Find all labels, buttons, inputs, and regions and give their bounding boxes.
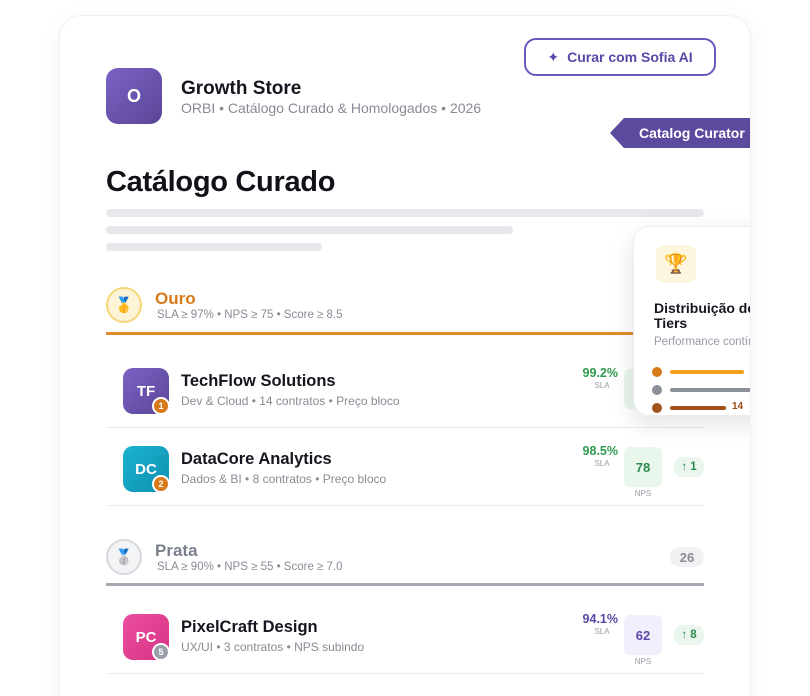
skeleton-line bbox=[106, 209, 704, 217]
store-name: Growth Store bbox=[181, 78, 302, 99]
vendor-row[interactable]: PC 5 PixelCraft Design UX/UI • 3 contrat… bbox=[106, 598, 704, 674]
skeleton-line bbox=[106, 243, 322, 251]
distribution-row bbox=[652, 367, 750, 377]
vendor-name: PixelCraft Design bbox=[181, 618, 318, 636]
nps-box: 62 bbox=[624, 615, 662, 655]
catalog-curator-label: Catalog Curator bbox=[639, 125, 745, 141]
vendor-row[interactable]: DC 2 DataCore Analytics Dados & BI • 8 c… bbox=[106, 430, 704, 506]
tier-criteria: SLA ≥ 90% • NPS ≥ 55 • Score ≥ 7.0 bbox=[157, 561, 343, 573]
gold-medal-icon: 🥇 bbox=[106, 287, 142, 323]
tier-divider bbox=[106, 583, 704, 586]
catalog-card: ✦ Curar com Sofia AI O Growth Store ORBI… bbox=[60, 16, 750, 696]
trend-badge: ↑ 1 bbox=[674, 457, 704, 477]
sla-label: SLA bbox=[594, 627, 610, 636]
nps-label: NPS bbox=[634, 657, 652, 666]
tier-dot bbox=[652, 385, 662, 395]
vendor-details: Dev & Cloud • 14 contratos • Preço bloco bbox=[181, 394, 400, 408]
distribution-bar bbox=[670, 370, 744, 374]
tier-dot bbox=[652, 403, 662, 413]
tier-dot bbox=[652, 367, 662, 377]
tier-count-badge: 26 bbox=[670, 547, 704, 567]
trend-badge: ↑ 8 bbox=[674, 625, 704, 645]
tier-distribution-card: 🏆 Distribuição de Tiers Performance cont… bbox=[633, 226, 750, 416]
curate-with-ai-label: Curar com Sofia AI bbox=[567, 49, 693, 65]
tier-criteria: SLA ≥ 97% • NPS ≥ 75 • Score ≥ 8.5 bbox=[157, 309, 343, 321]
nps-value: 62 bbox=[635, 627, 651, 643]
distribution-value: 14 bbox=[732, 401, 744, 412]
tier-header-ouro[interactable]: 🥇 Ouro SLA ≥ 97% • NPS ≥ 75 • Score ≥ 8.… bbox=[106, 287, 704, 323]
store-logo-letter: O bbox=[126, 85, 141, 106]
sparkle-icon: ✦ bbox=[547, 48, 560, 65]
vendor-details: Dados & BI • 8 contratos • Preço bloco bbox=[181, 472, 387, 486]
sla-label: SLA bbox=[594, 459, 610, 468]
curate-with-ai-button[interactable]: ✦ Curar com Sofia AI bbox=[524, 38, 716, 76]
store-logo: O bbox=[106, 68, 162, 124]
rank-badge: 5 bbox=[152, 643, 170, 661]
distribution-bar bbox=[670, 388, 750, 392]
sla-metric: 99.2% SLA bbox=[572, 366, 618, 390]
tier-name: Ouro bbox=[155, 289, 196, 308]
tier-distribution-subtitle: Performance contínua bbox=[654, 336, 750, 348]
nps-box: 78 bbox=[624, 447, 662, 487]
catalog-curator-tag: Catalog Curator bbox=[610, 118, 750, 148]
vendor-initials: PC bbox=[135, 628, 157, 646]
sla-metric: 98.5% SLA bbox=[572, 444, 618, 468]
page-title: Catálogo Curado bbox=[106, 166, 336, 198]
vendor-details: UX/UI • 3 contratos • NPS subindo bbox=[181, 640, 365, 654]
sla-label: SLA bbox=[594, 381, 610, 390]
distribution-bar bbox=[670, 406, 726, 410]
tier-name: Prata bbox=[155, 541, 198, 560]
store-subtitle: ORBI • Catálogo Curado & Homologados • 2… bbox=[181, 100, 482, 116]
silver-medal-icon: 🥈 bbox=[106, 539, 142, 575]
rank-badge: 1 bbox=[152, 397, 170, 415]
rank-badge: 2 bbox=[152, 475, 170, 493]
sla-metric: 94.1% SLA bbox=[572, 612, 618, 636]
tier-header-prata[interactable]: 🥈 Prata SLA ≥ 90% • NPS ≥ 55 • Score ≥ 7… bbox=[106, 539, 704, 575]
vendor-row[interactable]: TF 1 TechFlow Solutions Dev & Cloud • 14… bbox=[106, 352, 704, 428]
vendor-initials: TF bbox=[136, 382, 156, 400]
distribution-row: 14 bbox=[652, 401, 750, 413]
distribution-row bbox=[652, 385, 750, 395]
sla-value: 99.2% bbox=[582, 366, 618, 380]
tier-distribution-title: Distribuição de Tiers bbox=[654, 300, 750, 331]
vendor-name: TechFlow Solutions bbox=[181, 372, 336, 390]
vendor-name: DataCore Analytics bbox=[181, 450, 332, 468]
trophy-icon: 🏆 bbox=[656, 245, 696, 283]
tier-divider bbox=[106, 332, 704, 335]
sla-value: 94.1% bbox=[582, 612, 618, 626]
nps-value: 78 bbox=[635, 459, 651, 475]
nps-label: NPS bbox=[634, 489, 652, 498]
sla-value: 98.5% bbox=[582, 444, 618, 458]
skeleton-line bbox=[106, 226, 513, 234]
vendor-initials: DC bbox=[135, 460, 157, 478]
